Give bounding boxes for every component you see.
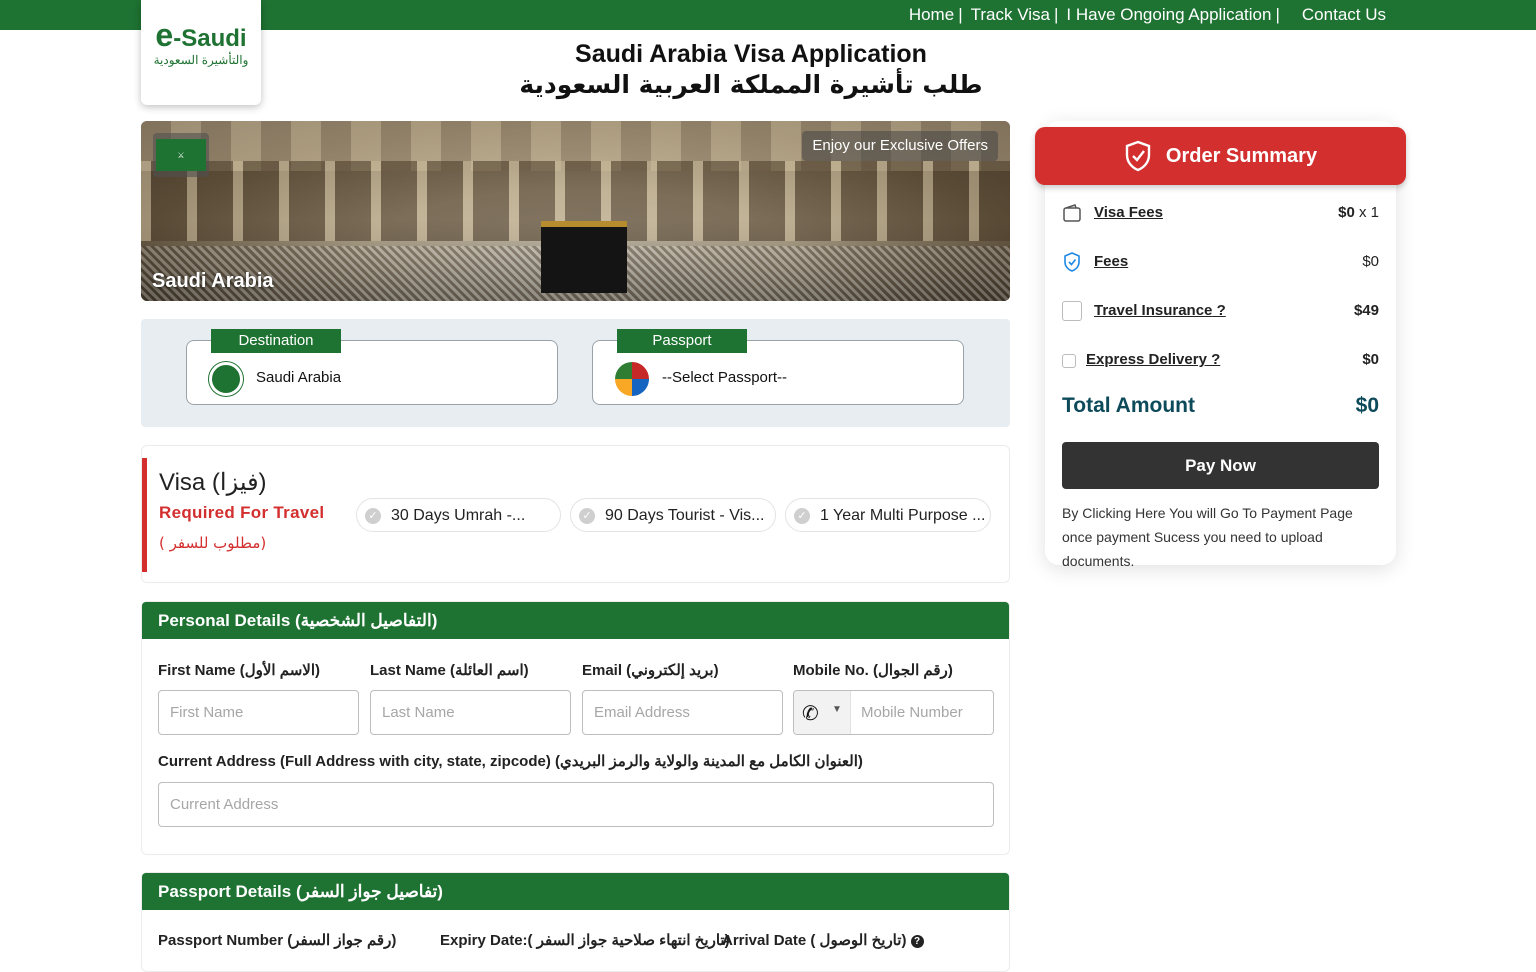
order-summary-header: Order Summary — [1035, 127, 1406, 185]
nav-home-link[interactable]: Home — [909, 5, 954, 25]
order-summary-title: Order Summary — [1165, 144, 1318, 167]
world-flags-icon — [615, 362, 649, 396]
travel-insurance-row: Travel Insurance ? $49 — [1062, 299, 1379, 323]
saudi-flag-icon — [209, 362, 243, 396]
first-name-field[interactable] — [158, 690, 359, 735]
total-amount-value: $0 — [1355, 394, 1379, 417]
visa-option-label: 90 Days Tourist - Vis... — [605, 507, 765, 524]
fees-link[interactable]: Fees — [1094, 253, 1128, 270]
nav-separator: | — [1053, 5, 1059, 24]
phone-icon: ✆ — [802, 703, 819, 725]
email-label: Email (بريد إلكتروني) — [582, 662, 719, 679]
saudi-flag-icon: ⚔ — [156, 139, 206, 171]
mobile-field-group: ✆ ▼ — [793, 690, 994, 735]
visa-option-umrah[interactable]: ✓ 30 Days Umrah -... — [356, 498, 561, 532]
nav-separator: | — [958, 5, 963, 24]
last-name-label: Last Name (اسم العائلة) — [370, 662, 529, 679]
visa-fees-link[interactable]: Visa Fees — [1094, 204, 1163, 221]
expiry-date-label: Expiry Date:( تاريخ انتهاء صلاحية جواز ا… — [440, 932, 730, 949]
destination-passport-panel: Destination Saudi Arabia Passport --Sele… — [141, 319, 1010, 427]
banner-caption: Saudi Arabia — [152, 270, 274, 292]
total-amount-row: Total Amount $0 — [1062, 394, 1379, 418]
travel-insurance-link[interactable]: Travel Insurance ? — [1094, 302, 1226, 319]
saudi-flag-chip: ⚔ — [153, 133, 209, 177]
visa-card: Visa (فيزا) Required For Travel ( مطلوب … — [141, 445, 1010, 583]
page-title-arabic: طلب تأشيرة المملكة العربية السعودية — [519, 70, 983, 99]
current-address-field[interactable] — [158, 782, 994, 827]
nav-separator: | — [1275, 5, 1280, 24]
first-name-label: First Name (الاسم الأول) — [158, 662, 321, 679]
country-code-select[interactable]: ✆ ▼ — [794, 691, 851, 734]
fees-value: $0 — [1362, 253, 1379, 270]
check-circle-icon: ✓ — [365, 508, 381, 524]
visa-title: Visa (فيزا) — [159, 469, 267, 496]
visa-required-arabic: ( مطلوب للسفر) — [159, 534, 267, 552]
banner-image-kaaba — [541, 221, 627, 293]
pay-now-button[interactable]: Pay Now — [1062, 442, 1379, 489]
mobile-number-field[interactable] — [851, 691, 991, 734]
visa-fees-value: $0 x 1 — [1338, 204, 1379, 221]
help-icon[interactable]: ? — [910, 934, 924, 948]
travel-insurance-value: $49 — [1353, 302, 1379, 319]
visa-accent-bar — [142, 458, 147, 572]
nav-ongoing-application-link[interactable]: I Have Ongoing Application — [1066, 5, 1271, 25]
express-delivery-row: Express Delivery ? $0 — [1062, 348, 1379, 372]
express-delivery-value: $0 — [1362, 351, 1379, 368]
personal-details-section: Personal Details (التفاصيل الشخصية) Firs… — [141, 601, 1010, 855]
top-nav: Home | Track Visa | I Have Ongoing Appli… — [909, 0, 1386, 30]
mobile-label: Mobile No. (رقم الجوال) — [793, 662, 953, 679]
arrival-date-label: Arrival Date ( تاريخ الوصول) ? — [722, 931, 924, 949]
chevron-down-icon: ▼ — [832, 704, 842, 715]
exclusive-offers-badge[interactable]: Enjoy our Exclusive Offers — [802, 131, 998, 161]
visa-option-multi-purpose[interactable]: ✓ 1 Year Multi Purpose ... — [785, 498, 991, 532]
order-summary-card: Order Summary Visa Fees $0 x 1 Fees $0 T… — [1035, 121, 1406, 569]
express-delivery-link[interactable]: Express Delivery ? — [1086, 351, 1220, 368]
travel-insurance-checkbox[interactable] — [1062, 301, 1082, 321]
visa-option-label: 1 Year Multi Purpose ... — [820, 507, 986, 524]
nav-track-visa-link[interactable]: Track Visa — [971, 5, 1050, 25]
hero-banner: ⚔ Enjoy our Exclusive Offers Saudi Arabi… — [141, 121, 1010, 301]
last-name-field[interactable] — [370, 690, 571, 735]
payment-note: By Clicking Here You will Go To Payment … — [1062, 505, 1353, 569]
destination-tag: Destination — [211, 329, 341, 353]
passport-details-heading: Passport Details (تفاصيل جواز السفر) — [142, 873, 1009, 910]
check-circle-icon: ✓ — [579, 508, 595, 524]
total-amount-label: Total Amount — [1062, 394, 1195, 417]
fees-row: Fees $0 — [1062, 250, 1379, 274]
wallet-icon — [1063, 204, 1081, 222]
express-delivery-checkbox[interactable] — [1062, 354, 1076, 368]
address-label: Current Address (Full Address with city,… — [158, 753, 863, 770]
passport-tag: Passport — [617, 329, 747, 353]
passport-number-label: Passport Number (رقم جواز السفر) — [158, 932, 397, 949]
personal-details-heading: Personal Details (التفاصيل الشخصية) — [142, 602, 1009, 639]
destination-value: Saudi Arabia — [256, 369, 342, 386]
page-title: Saudi Arabia Visa Application — [575, 40, 927, 68]
badge-check-icon — [1064, 252, 1080, 272]
nav-contact-link[interactable]: Contact Us — [1302, 5, 1386, 25]
passport-details-section: Passport Details (تفاصيل جواز السفر) Pas… — [141, 872, 1010, 972]
visa-fees-row: Visa Fees $0 x 1 — [1062, 201, 1379, 225]
email-field[interactable] — [582, 690, 783, 735]
shield-check-icon — [1125, 140, 1151, 172]
passport-select[interactable]: Passport --Select Passport-- — [592, 329, 964, 405]
destination-select[interactable]: Destination Saudi Arabia — [186, 329, 558, 405]
passport-value: --Select Passport-- — [662, 369, 788, 386]
visa-required-label: Required For Travel — [159, 503, 325, 522]
visa-option-tourist[interactable]: ✓ 90 Days Tourist - Vis... — [570, 498, 776, 532]
check-circle-icon: ✓ — [794, 508, 810, 524]
visa-option-label: 30 Days Umrah -... — [391, 507, 526, 524]
